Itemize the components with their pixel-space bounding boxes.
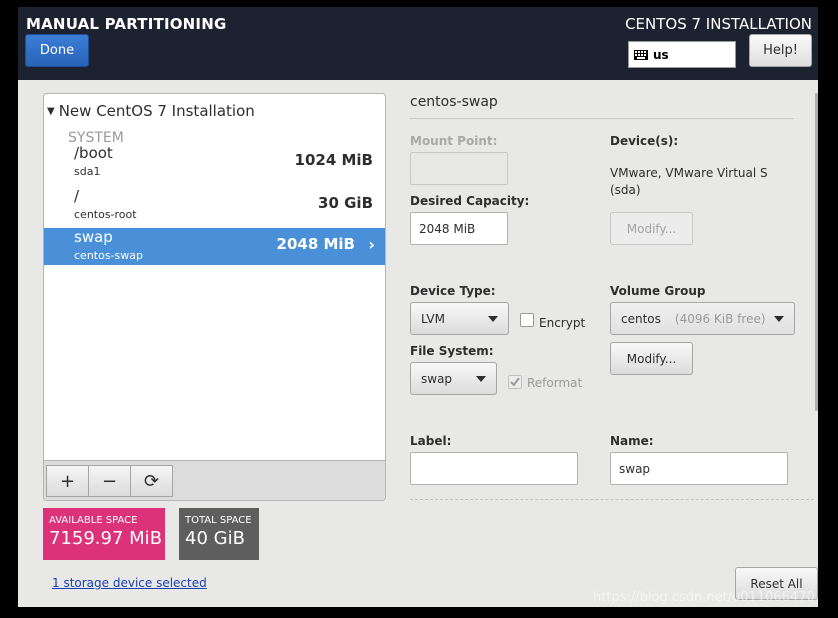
label-field[interactable]	[410, 452, 578, 485]
device-type-value: LVM	[421, 311, 445, 326]
devices-line-2: (sda)	[610, 183, 641, 197]
available-space-value: 7159.97 MiB	[49, 528, 163, 549]
keyboard-icon	[634, 49, 648, 60]
device-type-label: Device Type:	[410, 284, 496, 298]
partition-toolbar: + − ⟳	[44, 460, 385, 500]
keyboard-layout-indicator[interactable]: us	[628, 41, 736, 68]
details-scrollbar[interactable]	[815, 93, 818, 411]
available-space-box: AVAILABLE SPACE 7159.97 MiB	[43, 508, 165, 560]
label-field-label: Label:	[410, 434, 452, 448]
mount-point-label: Mount Point:	[410, 134, 498, 148]
divider	[410, 499, 814, 500]
devices-description: VMware, VMware Virtual S (sda)	[610, 165, 768, 199]
installation-heading[interactable]: ▼ New CentOS 7 Installation	[44, 102, 255, 120]
dropdown-arrow-icon	[774, 316, 784, 322]
device-type-select[interactable]: LVM	[410, 302, 509, 335]
file-system-select[interactable]: swap	[410, 362, 497, 395]
reformat-checkbox[interactable]	[508, 375, 522, 389]
chevron-right-icon: ›	[368, 235, 375, 254]
devices-label: Device(s):	[610, 134, 679, 148]
watermark-text: https://blog.csdn.net/u011066470	[593, 590, 815, 605]
storage-devices-link[interactable]: 1 storage device selected	[52, 576, 207, 590]
desired-capacity-field[interactable]: 2048 MiB	[410, 212, 508, 245]
name-field-label: Name:	[610, 434, 654, 448]
file-system-label: File System:	[410, 344, 494, 358]
header-bar: MANUAL PARTITIONING CENTOS 7 INSTALLATIO…	[18, 7, 818, 80]
total-space-box: TOTAL SPACE 40 GiB	[179, 508, 259, 560]
expander-down-icon[interactable]: ▼	[47, 106, 55, 117]
selected-device-title: centos-swap	[410, 94, 498, 110]
modify-volume-group-button[interactable]: Modify...	[610, 342, 693, 375]
done-button[interactable]: Done	[25, 34, 89, 67]
partition-row-boot[interactable]: /boot sda1 1024 MiB	[44, 144, 385, 181]
available-space-label: AVAILABLE SPACE	[49, 515, 138, 526]
total-space-label: TOTAL SPACE	[185, 515, 252, 526]
modify-devices-button[interactable]: Modify...	[610, 212, 693, 245]
volume-group-label: Volume Group	[610, 284, 706, 298]
partition-mount-point: /	[74, 187, 80, 205]
partition-size: 30 GiB	[318, 194, 373, 212]
divider	[410, 118, 794, 119]
remove-partition-button[interactable]: −	[88, 465, 131, 497]
dropdown-arrow-icon	[476, 376, 486, 382]
volume-group-name: centos	[621, 311, 661, 326]
devices-line-1: VMware, VMware Virtual S	[610, 166, 768, 180]
file-system-value: swap	[421, 371, 453, 386]
partition-device: sda1	[74, 165, 101, 178]
partition-device: centos-root	[74, 208, 137, 221]
refresh-button[interactable]: ⟳	[130, 465, 173, 497]
name-field[interactable]: swap	[610, 452, 788, 485]
partition-tree-panel: ▼ New CentOS 7 Installation SYSTEM /boot…	[43, 93, 386, 501]
add-partition-button[interactable]: +	[46, 465, 89, 497]
keyboard-layout-label: us	[653, 47, 669, 62]
partition-row-swap[interactable]: swap centos-swap 2048 MiB ›	[44, 228, 385, 265]
total-space-value: 40 GiB	[185, 528, 245, 549]
partition-row-root[interactable]: / centos-root 30 GiB	[44, 187, 385, 224]
reformat-label: Reformat	[527, 376, 583, 390]
encrypt-label: Encrypt	[539, 316, 586, 330]
installer-title: CENTOS 7 INSTALLATION	[625, 15, 812, 33]
volume-group-select[interactable]: centos (4096 KiB free)	[610, 302, 795, 335]
installer-window: MANUAL PARTITIONING CENTOS 7 INSTALLATIO…	[18, 7, 818, 607]
page-title: MANUAL PARTITIONING	[26, 15, 227, 33]
partition-device: centos-swap	[74, 249, 143, 262]
partition-size: 1024 MiB	[294, 151, 373, 169]
partition-mount-point: swap	[74, 228, 113, 246]
volume-group-free: (4096 KiB free)	[674, 311, 766, 326]
dropdown-arrow-icon	[488, 316, 498, 322]
help-button[interactable]: Help!	[749, 34, 812, 67]
desired-capacity-label: Desired Capacity:	[410, 194, 530, 208]
partition-mount-point: /boot	[74, 144, 113, 162]
refresh-icon: ⟳	[143, 470, 160, 492]
encrypt-checkbox[interactable]	[520, 313, 534, 327]
mount-point-field[interactable]	[410, 152, 508, 185]
partition-size: 2048 MiB	[276, 235, 355, 253]
checkmark-icon	[510, 377, 520, 387]
installation-heading-label: New CentOS 7 Installation	[58, 102, 255, 120]
